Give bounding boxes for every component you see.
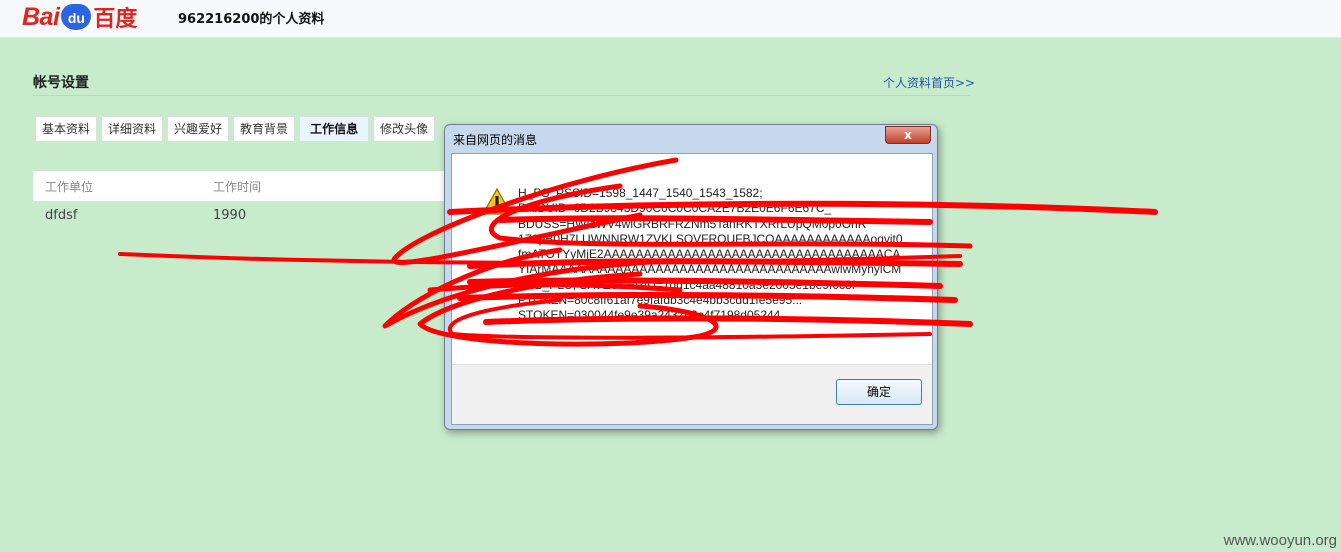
dialog-footer: 确定: [452, 364, 932, 424]
message-line: YIArMAAAAAAAAAAAAAAAAAAAAAAAAAAAAAAAAAAA…: [518, 262, 902, 277]
tab-change-avatar[interactable]: 修改头像: [373, 116, 436, 142]
section-title: 帐号设置: [33, 75, 89, 91]
logo-text-du: du: [67, 10, 85, 26]
dialog-message: H_PS_PSSID=1598_1447_1540_1543_1582; BAI…: [518, 186, 918, 324]
dialog-title: 来自网页的消息: [453, 133, 538, 147]
message-line: fmATOTYyMjE2AAAAAAAAAAAAAAAAAAAAAAAAAAAA…: [518, 247, 901, 262]
message-line: BAIDUID=6D2B9843D90C0C0C0CA2E7B2E0E6F6E6…: [518, 201, 832, 216]
dialog-body: H_PS_PSSID=1598_1447_1540_1543_1582; BAI…: [451, 153, 933, 425]
watermark: www.wooyun.org: [1223, 532, 1337, 549]
close-icon: x: [904, 128, 912, 142]
divider: [33, 95, 970, 96]
message-line: H_PS_PSSID=1598_1447_1540_1543_1582;: [518, 186, 763, 200]
profile-home-link[interactable]: 个人资料首页>>: [883, 74, 975, 91]
column-header-period: 工作时间: [213, 179, 262, 194]
warning-icon: [482, 188, 512, 215]
tab-basic-info[interactable]: 基本资料: [35, 116, 98, 142]
logo-text-bai: Bai: [22, 2, 60, 31]
settings-tabs: 基本资料 详细资料 兴趣爱好 教育背景 工作信息 修改头像: [35, 116, 436, 142]
tab-education[interactable]: 教育背景: [233, 116, 296, 142]
message-line: SUB_PLU; SAVEUSERID=1dd1c4aa48810a3e2005…: [518, 277, 856, 292]
tab-detailed-info[interactable]: 详细资料: [101, 116, 164, 142]
alert-dialog: 来自网页的消息 x H_PS_PSSID=1598_1447_1540_1543…: [444, 124, 938, 430]
tab-work-info[interactable]: 工作信息: [299, 116, 370, 142]
top-bar: Bai du 百度 962216200的个人资料: [0, 0, 1341, 38]
message-line: STOKEN=030044fe9e39a2437b2c4f7198d05244: [518, 308, 781, 323]
logo-paw-icon: du: [61, 4, 92, 30]
cell-employer: dfdsf: [45, 207, 78, 223]
column-header-employer: 工作单位: [45, 179, 94, 194]
work-info-table: 工作单位 工作时间 dfdsf 1990: [33, 171, 453, 229]
message-line: PTOKEN=80c8ff61af7e9fafdb3c4e4bb3cdd1fe5…: [518, 293, 803, 308]
message-line: BDUSS=HWIzWV4wlGRBRFRZNm5TanRKTXRrLUpQM0…: [518, 216, 867, 231]
ok-button[interactable]: 确定: [836, 379, 922, 405]
table-row: dfdsf 1990: [33, 201, 453, 229]
page-title: 962216200的个人资料: [178, 12, 325, 27]
baidu-logo[interactable]: Bai du 百度: [22, 2, 138, 33]
table-header: 工作单位 工作时间: [33, 171, 453, 201]
close-button[interactable]: x: [885, 126, 931, 144]
tab-interests[interactable]: 兴趣爱好: [167, 116, 230, 142]
logo-text-cn: 百度: [93, 7, 138, 32]
message-line: 1Z0pB0H7LUWNNRW1ZVKLSQVFRQUFBJCQAAAAAAAA…: [518, 231, 903, 246]
cell-period: 1990: [213, 207, 247, 223]
